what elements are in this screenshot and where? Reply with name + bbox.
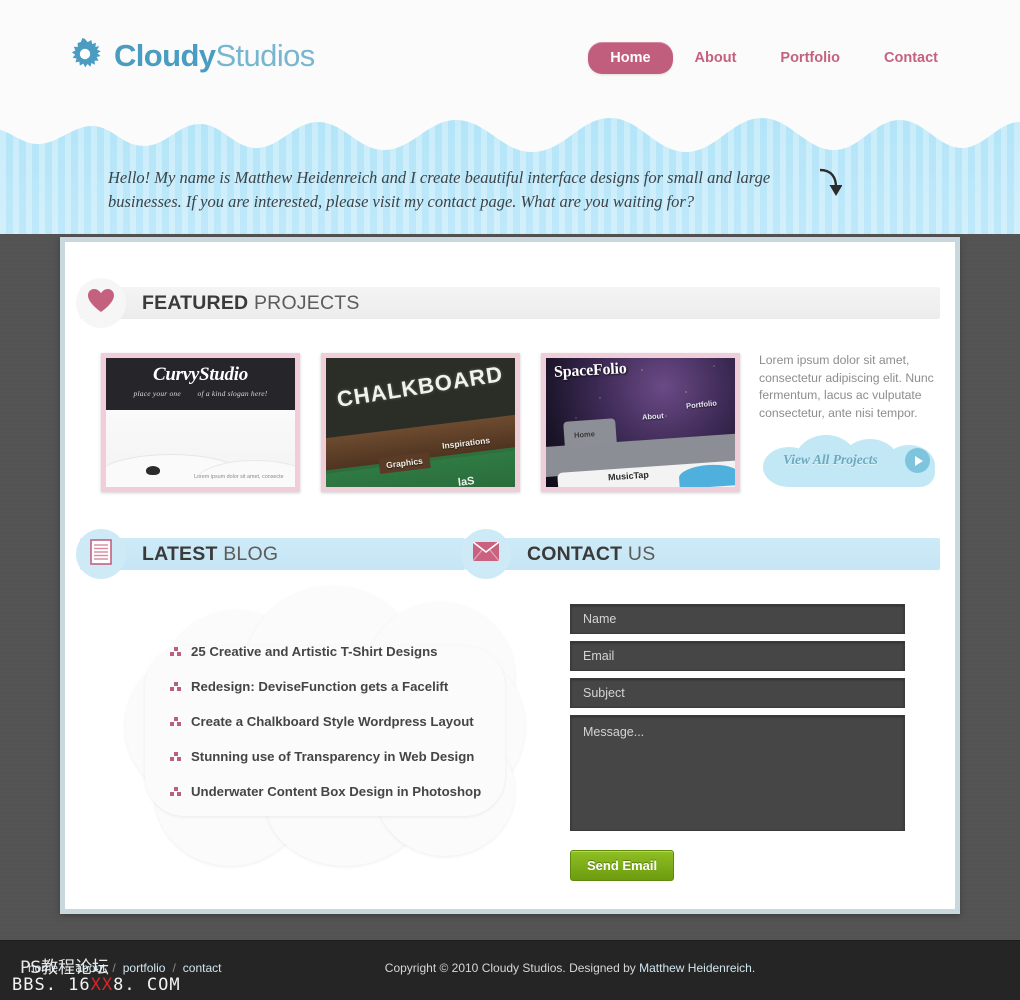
curvystudio-body-text: Lorem ipsum dolor sit amet, consecte xyxy=(194,474,284,480)
chalkboard-partial-text: laS xyxy=(457,475,476,487)
site-logo[interactable]: CloudyStudios xyxy=(68,38,315,72)
curvystudio-slogan: place your one of a kind slogan here! xyxy=(106,389,295,398)
intro-text: Hello! My name is Matthew Heidenreich an… xyxy=(108,168,771,211)
logo-wordmark: CloudyStudios xyxy=(114,40,315,71)
blog-title: LATEST BLOG xyxy=(142,543,278,566)
blog-title-strong: LATEST xyxy=(142,542,218,565)
curvystudio-preview: CurvyStudio place your one of a kind slo… xyxy=(106,358,295,487)
watermark-bbs-prefix: BBS. 16 xyxy=(12,975,91,995)
pyramid-bullet-icon xyxy=(170,752,181,761)
heart-icon-badge xyxy=(76,278,126,328)
designer-link[interactable]: Matthew Heidenreich xyxy=(639,961,752,975)
project-thumb-curvystudio[interactable]: CurvyStudio place your one of a kind slo… xyxy=(101,353,300,492)
page-root: CloudyStudios Home About Portfolio Conta… xyxy=(0,0,1020,1000)
send-email-button[interactable]: Send Email xyxy=(570,850,675,881)
featured-description: Lorem ipsum dolor sit amet, consectetur … xyxy=(759,353,934,420)
contact-title-strong: CONTACT xyxy=(527,542,623,565)
site-header: CloudyStudios Home About Portfolio Conta… xyxy=(0,0,1020,112)
blog-item-label: Redesign: DeviseFunction gets a Facelift xyxy=(191,679,449,694)
logo-bold-text: Cloudy xyxy=(114,37,216,73)
spacefolio-brand: SpaceFolio xyxy=(553,360,628,381)
envelope-icon xyxy=(472,541,500,566)
blog-post-list: 25 Creative and Artistic T-Shirt Designs… xyxy=(170,634,500,809)
featured-title-strong: FEATURED xyxy=(142,291,249,314)
view-all-projects-button[interactable]: View All Projects xyxy=(763,435,948,487)
watermark-bbs-suffix: 8. COM xyxy=(113,975,181,995)
curvystudio-decorative-blob xyxy=(146,466,160,475)
project-thumb-chalkboard[interactable]: CHALKBOARD Graphics Inspirations laS xyxy=(321,353,520,492)
curvystudio-slogan-left: place your one xyxy=(133,389,181,398)
blog-cloud-container: 25 Creative and Artistic T-Shirt Designs… xyxy=(125,586,525,866)
curvystudio-brand: CurvyStudio xyxy=(153,364,248,385)
spacefolio-preview: SpaceFolio Portfolio About Home MusicTap xyxy=(546,358,735,487)
curved-down-arrow-icon xyxy=(816,168,844,200)
list-item[interactable]: Underwater Content Box Design in Photosh… xyxy=(170,774,500,809)
footer-copyright: Copyright © 2010 Cloudy Studios. Designe… xyxy=(0,961,1020,975)
blog-item-label: Stunning use of Transparency in Web Desi… xyxy=(191,749,475,764)
contact-title-light: US xyxy=(627,542,656,565)
list-item[interactable]: 25 Creative and Artistic T-Shirt Designs xyxy=(170,634,500,669)
pyramid-bullet-icon xyxy=(170,682,181,691)
list-item[interactable]: Redesign: DeviseFunction gets a Facelift xyxy=(170,669,500,704)
spacefolio-nav-home: Home xyxy=(573,429,596,440)
document-icon-badge xyxy=(76,529,126,579)
featured-section-header: FEATURED PROJECTS xyxy=(76,278,940,328)
blog-title-light: BLOG xyxy=(223,542,279,565)
pyramid-bullet-icon xyxy=(170,717,181,726)
pyramid-bullet-icon xyxy=(170,647,181,656)
cloud-burst-icon xyxy=(68,38,102,72)
main-navigation: Home About Portfolio Contact xyxy=(588,42,960,74)
curvystudio-slogan-right: of a kind slogan here! xyxy=(197,389,268,398)
list-item[interactable]: Stunning use of Transparency in Web Desi… xyxy=(170,739,500,774)
list-item[interactable]: Create a Chalkboard Style Wordpress Layo… xyxy=(170,704,500,739)
watermark-bbs-url: BBS. 16XX8. COM xyxy=(12,975,181,995)
contact-form: Send Email xyxy=(570,604,905,881)
subject-field[interactable] xyxy=(570,678,905,708)
copyright-suffix: . xyxy=(751,961,756,975)
envelope-icon-badge xyxy=(461,529,511,579)
content-panel: FEATURED PROJECTS CurvyStudio place your… xyxy=(65,242,955,909)
chalkboard-preview: CHALKBOARD Graphics Inspirations laS xyxy=(326,358,515,487)
pyramid-bullet-icon xyxy=(170,787,181,796)
content-panel-frame: FEATURED PROJECTS CurvyStudio place your… xyxy=(60,237,960,914)
name-field[interactable] xyxy=(570,604,905,634)
featured-title-light: PROJECTS xyxy=(253,291,360,314)
blog-item-label: Create a Chalkboard Style Wordpress Layo… xyxy=(191,714,474,729)
nav-item-about[interactable]: About xyxy=(673,42,759,74)
contact-title: CONTACT US xyxy=(527,543,655,566)
logo-light-text: Studios xyxy=(215,37,315,73)
blog-section-header: LATEST BLOG xyxy=(76,529,465,579)
view-all-projects-label: View All Projects xyxy=(783,452,878,467)
blog-item-label: Underwater Content Box Design in Photosh… xyxy=(191,784,482,799)
play-arrow-icon[interactable] xyxy=(905,448,930,473)
nav-item-contact[interactable]: Contact xyxy=(862,42,960,74)
contact-section-header: CONTACT US xyxy=(461,529,940,579)
featured-title: FEATURED PROJECTS xyxy=(142,292,360,315)
heart-icon xyxy=(88,288,114,318)
nav-item-portfolio[interactable]: Portfolio xyxy=(758,42,862,74)
nav-item-home[interactable]: Home xyxy=(588,42,673,74)
project-thumb-spacefolio[interactable]: SpaceFolio Portfolio About Home MusicTap xyxy=(541,353,740,492)
copyright-prefix: Copyright © 2010 Cloudy Studios. Designe… xyxy=(384,961,640,975)
watermark-bbs-red: XX xyxy=(90,975,114,995)
document-lines-icon xyxy=(90,538,112,570)
blog-item-label: 25 Creative and Artistic T-Shirt Designs xyxy=(191,644,438,659)
email-field[interactable] xyxy=(570,641,905,671)
spacefolio-nav-about: About xyxy=(641,411,664,422)
message-field[interactable] xyxy=(570,715,905,831)
